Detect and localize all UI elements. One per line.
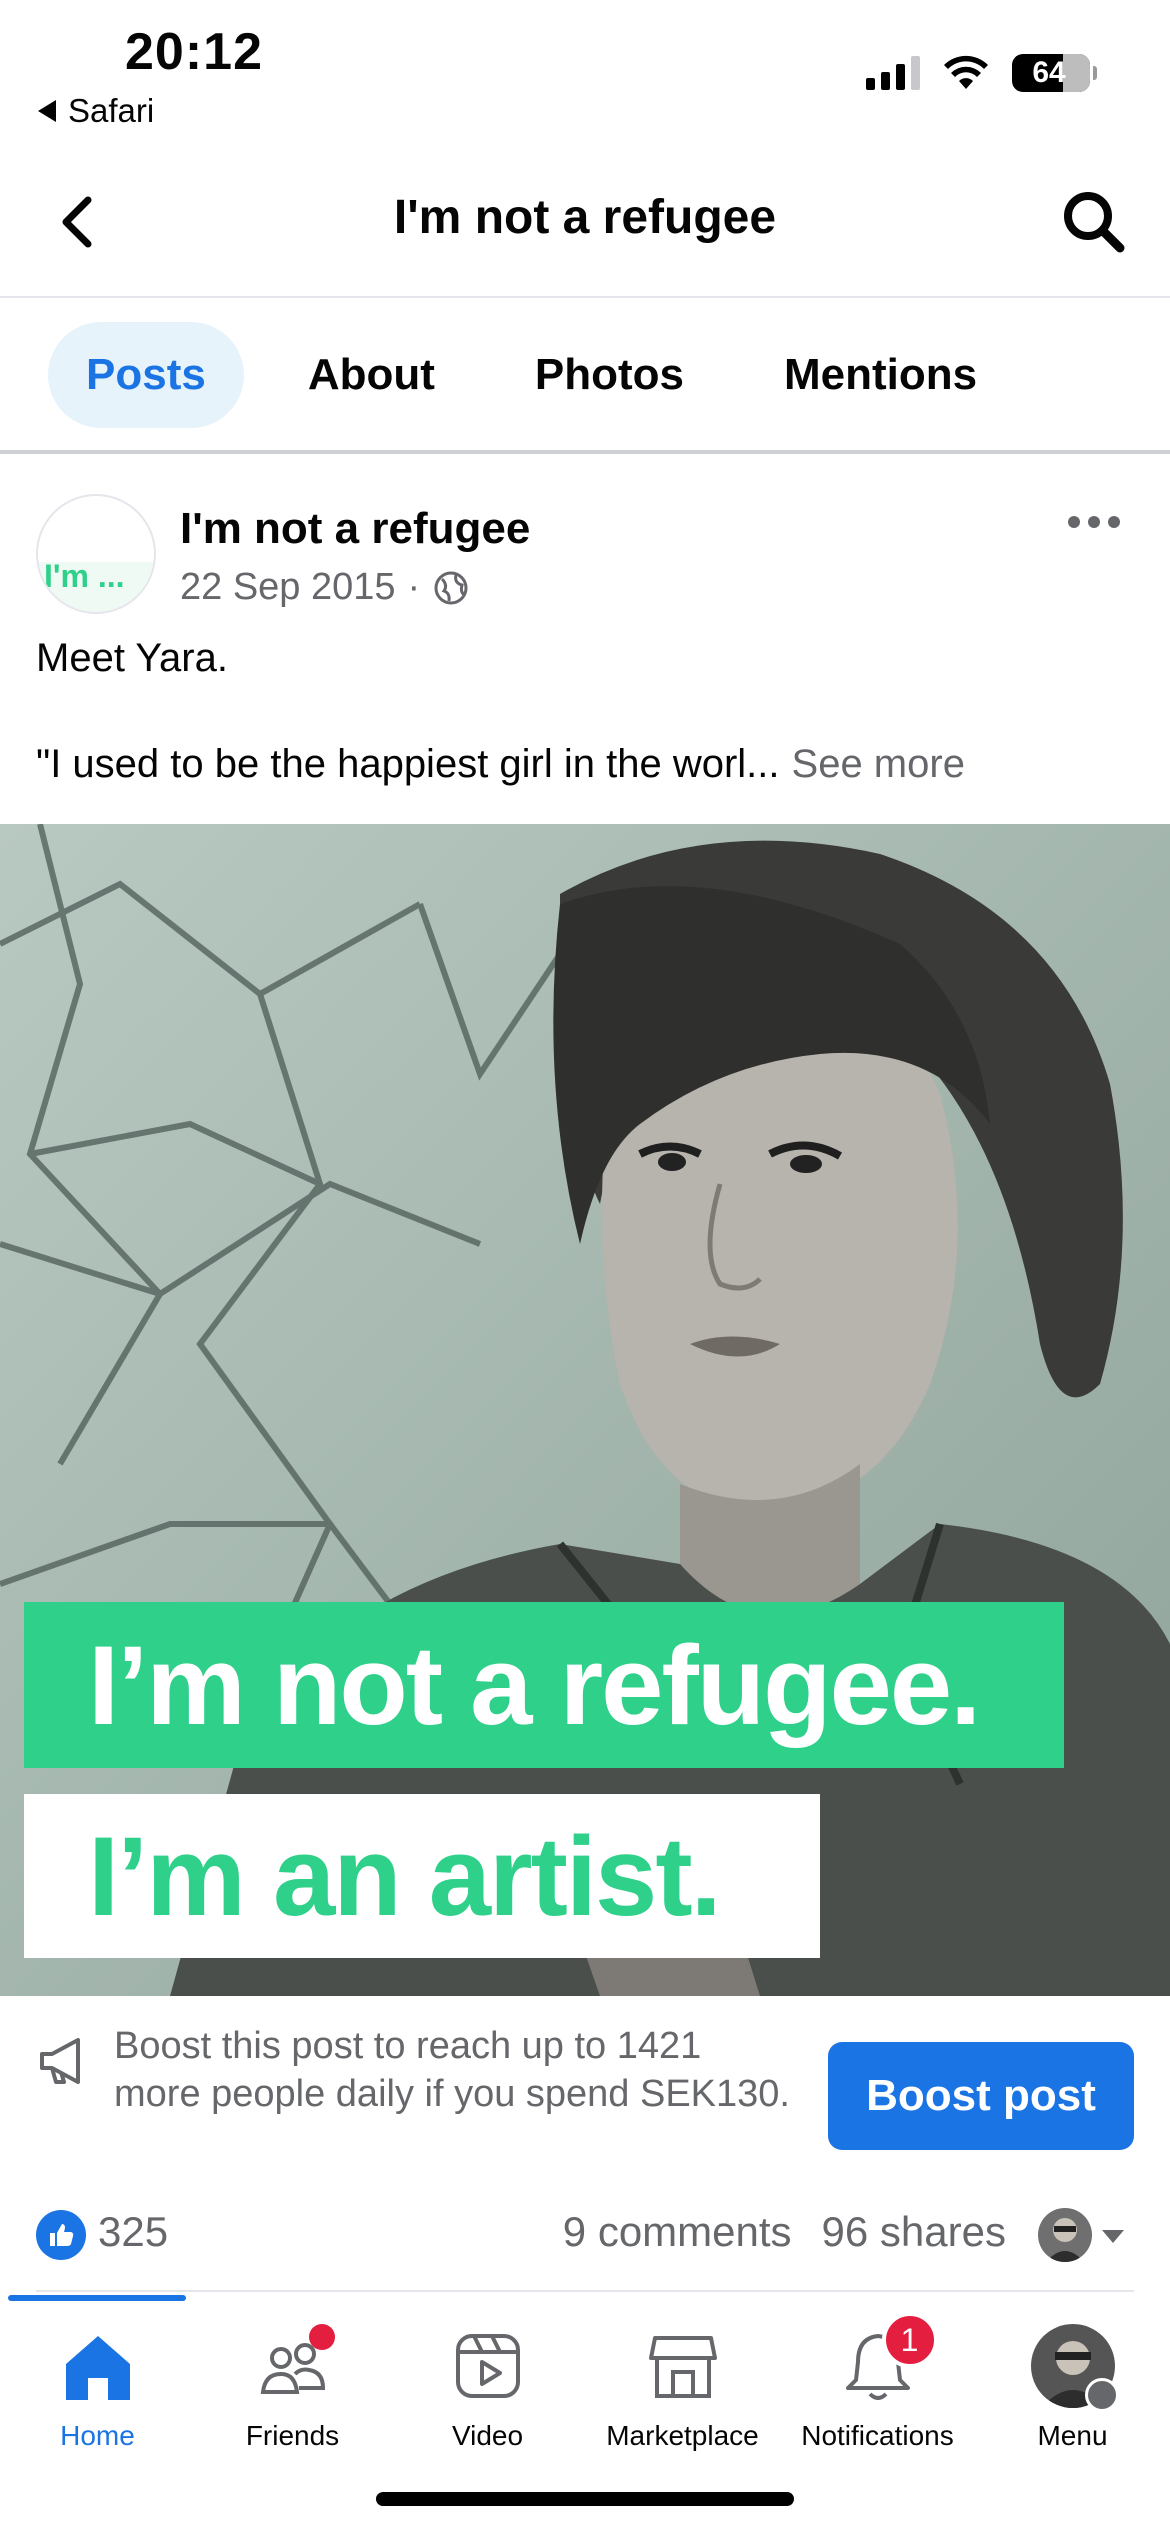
thumbs-up-icon <box>50 2224 74 2246</box>
tab-menu-label: Menu <box>1037 2420 1108 2451</box>
tab-home-label: Home <box>60 2420 135 2451</box>
search-icon[interactable] <box>1058 186 1130 258</box>
banner-text-1: I’m not a refugee. <box>88 1622 981 1748</box>
post-text-line-2: "I used to be the happiest girl in the w… <box>36 742 965 787</box>
megaphone-icon <box>40 2038 80 2084</box>
status-time: 20:12 <box>125 23 263 81</box>
like-count[interactable]: 325 <box>98 2208 168 2256</box>
audience-dropdown-icon[interactable] <box>1102 2230 1124 2243</box>
see-more-link[interactable]: See more <box>792 742 965 786</box>
marketplace-icon <box>648 2336 717 2398</box>
boost-section: Boost this post to reach up to 1421 more… <box>0 1996 1170 2190</box>
back-app-label: Safari <box>68 92 155 129</box>
tab-marketplace-label: Marketplace <box>606 2420 759 2451</box>
meta-separator: · <box>407 566 421 608</box>
page-header: I'm not a refugee <box>0 150 1170 298</box>
post-text-line-1: Meet Yara. <box>36 636 228 680</box>
post-text-excerpt: "I used to be the happiest girl in the w… <box>36 742 780 786</box>
tab-about[interactable]: About <box>272 322 471 428</box>
tab-friends-label: Friends <box>245 2420 340 2451</box>
status-bar: 20:12 Safari 64 <box>0 0 1170 150</box>
back-triangle-icon <box>38 100 56 122</box>
video-icon <box>455 2334 520 2398</box>
tab-menu[interactable]: Menu <box>975 2312 1170 2472</box>
reactions-bar: 325 9 comments 96 shares <box>0 2190 1170 2290</box>
boost-post-button[interactable]: Boost post <box>828 2042 1134 2150</box>
globe-icon <box>434 571 468 604</box>
avatar-text: I'm ... <box>44 558 125 594</box>
bottom-tab-bar: Home Friends Video Marketplace 1 Notific… <box>0 2292 1170 2482</box>
tab-video-label: Video <box>451 2420 524 2451</box>
comments-count[interactable]: 9 comments <box>563 2208 792 2256</box>
friends-notification-dot <box>308 2324 335 2350</box>
post-header: I'm ... I'm not a refugee 22 Sep 2015 · <box>0 460 1170 620</box>
reaction-avatar[interactable] <box>1038 2208 1092 2262</box>
home-indicator[interactable] <box>376 2492 794 2506</box>
tab-mentions[interactable]: Mentions <box>748 322 1013 428</box>
tab-marketplace[interactable]: Marketplace <box>585 2312 780 2472</box>
cellular-signal-icon <box>866 56 920 90</box>
shares-count[interactable]: 96 shares <box>822 2208 1006 2256</box>
image-banner-artist: I’m an artist. <box>24 1794 820 1958</box>
post-author[interactable]: I'm not a refugee <box>180 504 530 554</box>
tab-notifications[interactable]: 1 Notifications <box>780 2312 975 2472</box>
home-icon <box>65 2336 130 2400</box>
banner-text-2: I’m an artist. <box>88 1813 722 1939</box>
tab-photos[interactable]: Photos <box>499 322 720 428</box>
menu-gear-icon <box>1084 2378 1119 2412</box>
engagement-counts: 9 comments 96 shares <box>563 2208 1006 2256</box>
tab-posts[interactable]: Posts <box>48 322 244 428</box>
post-photo[interactable]: I’m not a refugee. I’m an artist. <box>0 824 1170 1996</box>
active-tab-indicator <box>8 2295 186 2301</box>
tab-notifications-label: Notifications <box>801 2420 954 2451</box>
notifications-badge: 1 <box>881 2312 938 2368</box>
post-meta: 22 Sep 2015 · <box>180 566 470 609</box>
boost-description: Boost this post to reach up to 1421 more… <box>114 2025 790 2115</box>
battery-level: 64 <box>1032 56 1066 89</box>
tab-home[interactable]: Home <box>0 2312 195 2472</box>
tab-friends[interactable]: Friends <box>195 2312 390 2472</box>
back-to-safari[interactable]: Safari <box>38 92 154 130</box>
page-title: I'm not a refugee <box>393 191 777 244</box>
more-options-icon[interactable] <box>1068 510 1128 534</box>
page-avatar[interactable]: I'm ... <box>36 494 156 614</box>
status-icons: 64 <box>866 54 1097 92</box>
post-date[interactable]: 22 Sep 2015 <box>180 566 396 609</box>
like-reaction-icon[interactable] <box>36 2210 86 2260</box>
battery-icon: 64 <box>1012 54 1097 92</box>
tab-video[interactable]: Video <box>390 2312 585 2472</box>
image-banner-refugee: I’m not a refugee. <box>24 1602 1064 1768</box>
page-tabs: Posts About Photos Mentions <box>0 300 1170 454</box>
wifi-icon <box>944 55 988 89</box>
